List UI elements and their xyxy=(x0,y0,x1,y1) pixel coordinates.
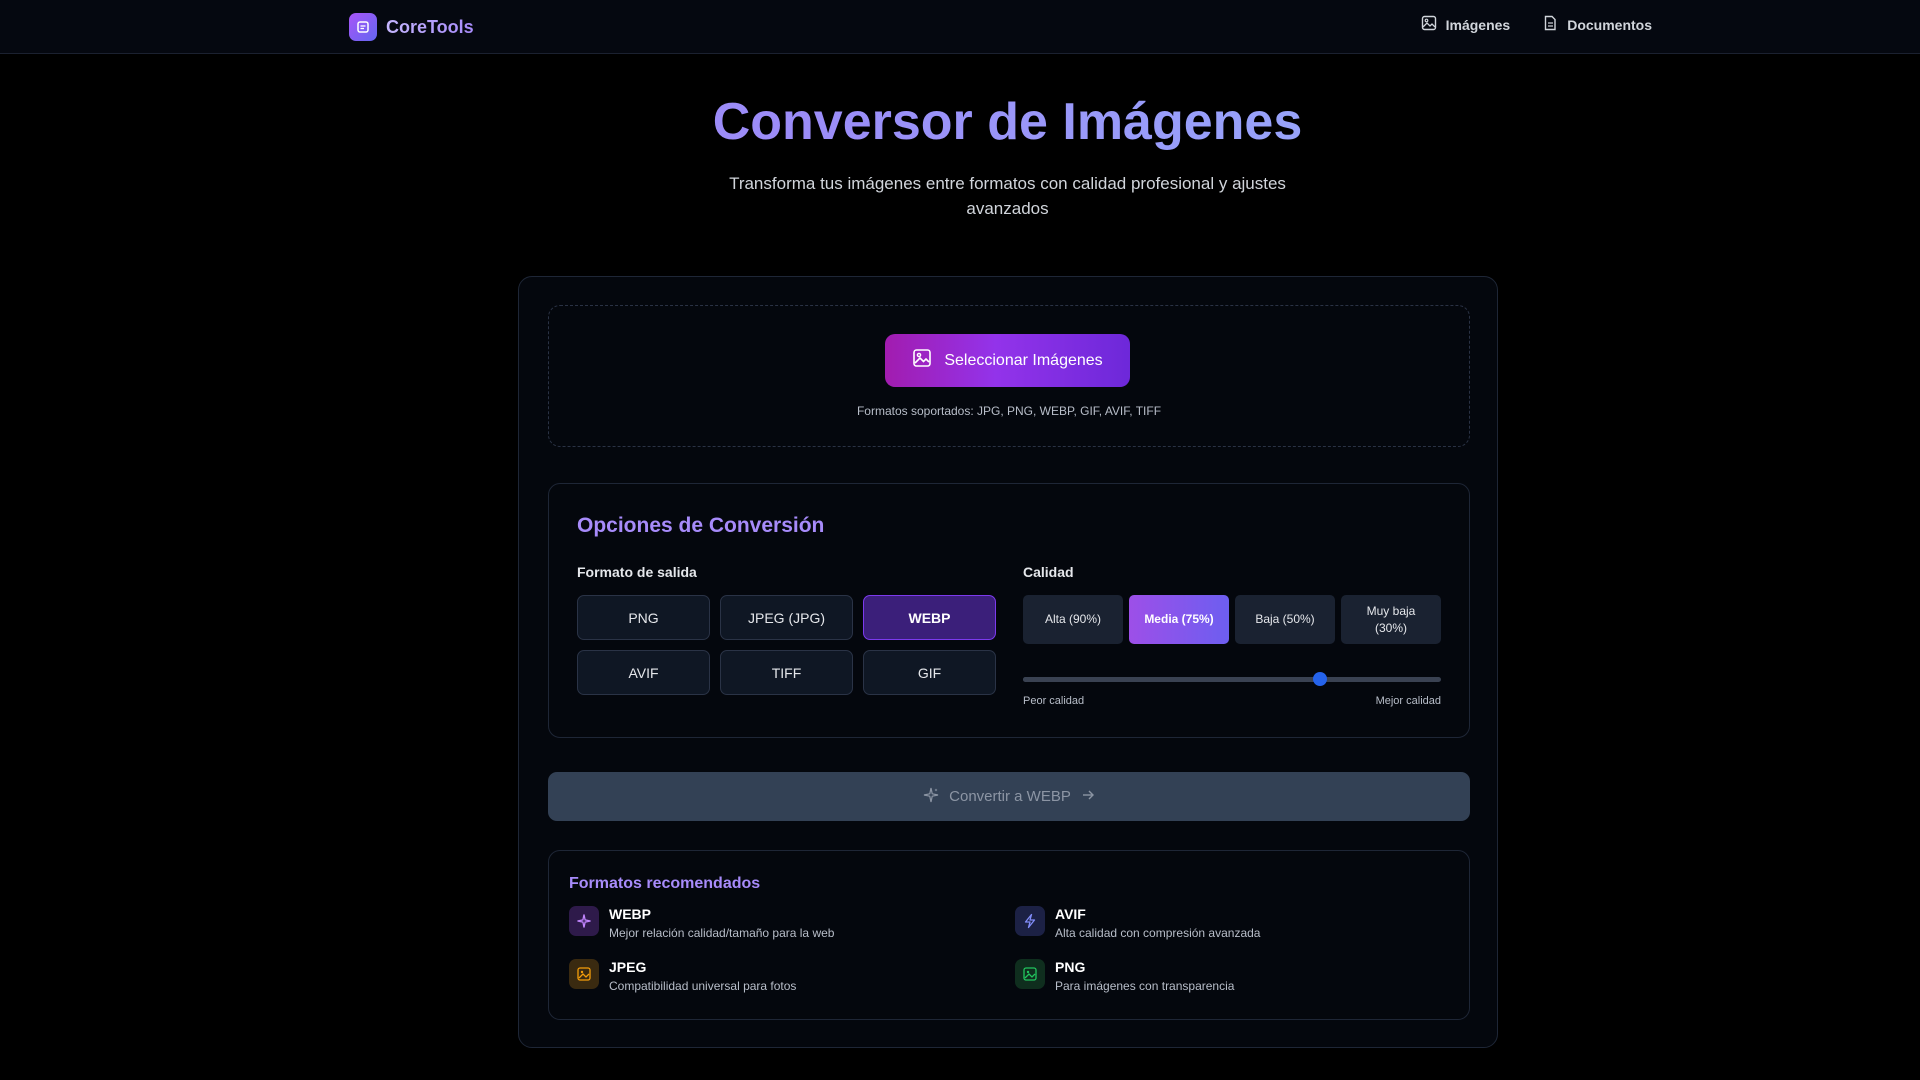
rec-description: Para imágenes con transparencia xyxy=(1055,979,1235,993)
quality-preset-muy-baja[interactable]: Muy baja (30%) xyxy=(1341,595,1441,644)
supported-formats-note: Formatos soportados: JPG, PNG, WEBP, GIF… xyxy=(856,404,1162,418)
bolt-icon xyxy=(1015,906,1045,936)
select-images-button[interactable]: Seleccionar Imágenes xyxy=(885,334,1130,387)
nav-item-imagenes[interactable]: Imágenes xyxy=(1421,15,1511,34)
rec-description: Compatibilidad universal para fotos xyxy=(609,979,797,993)
options-title: Opciones de Conversión xyxy=(577,514,825,537)
page-title: Conversor de Imágenes xyxy=(0,92,1920,152)
rec-name: AVIF xyxy=(1055,906,1086,922)
quality-label: Calidad xyxy=(1023,564,1074,580)
upload-dropzone[interactable]: Seleccionar Imágenes Formatos soportados… xyxy=(548,305,1470,447)
image-icon xyxy=(1421,15,1437,34)
quality-slider-fill xyxy=(1023,677,1320,682)
format-option-png[interactable]: PNG xyxy=(577,595,710,640)
slider-max-label: Mejor calidad xyxy=(1375,695,1441,707)
select-images-label: Seleccionar Imágenes xyxy=(944,351,1103,369)
rec-item-webp: WEBP Mejor relación calidad/tamaño para … xyxy=(569,905,834,941)
nav-item-documentos[interactable]: Documentos xyxy=(1542,15,1652,34)
rec-item-jpeg: JPEG Compatibilidad universal para fotos xyxy=(569,958,796,994)
nav-item-label: Documentos xyxy=(1567,16,1652,33)
rec-name: WEBP xyxy=(609,906,651,922)
format-option-gif[interactable]: GIF xyxy=(863,650,996,695)
rec-item-png: PNG Para imágenes con transparencia xyxy=(1015,958,1234,994)
rec-description: Alta calidad con compresión avanzada xyxy=(1055,926,1261,940)
brand[interactable]: CoreTools xyxy=(349,13,474,41)
main-nav: Imágenes Documentos xyxy=(1421,15,1652,34)
format-option-avif[interactable]: AVIF xyxy=(577,650,710,695)
format-option-tiff[interactable]: TIFF xyxy=(720,650,853,695)
image-icon xyxy=(1015,959,1045,989)
sparkles-icon xyxy=(923,787,939,807)
sparkles-icon xyxy=(569,906,599,936)
brand-name: CoreTools xyxy=(386,16,474,37)
format-option-webp[interactable]: WEBP xyxy=(863,595,996,640)
rec-description: Mejor relación calidad/tamaño para la we… xyxy=(609,926,835,940)
document-icon xyxy=(1542,15,1558,34)
recommended-formats: Formatos recomendados WEBP Mejor relació… xyxy=(548,850,1470,1020)
convert-label: Convertir a WEBP xyxy=(949,788,1071,805)
quality-slider-thumb[interactable] xyxy=(1312,672,1327,686)
rec-name: JPEG xyxy=(609,959,647,975)
rec-item-avif: AVIF Alta calidad con compresión avanzad… xyxy=(1015,905,1260,941)
image-icon xyxy=(912,348,932,373)
image-icon xyxy=(569,959,599,989)
top-navbar: CoreTools Imágenes Documentos xyxy=(0,0,1920,54)
conversion-options: Opciones de Conversión Formato de salida… xyxy=(548,483,1470,738)
arrow-right-icon xyxy=(1081,788,1095,806)
convert-button[interactable]: Convertir a WEBP xyxy=(548,772,1470,821)
rec-name: PNG xyxy=(1055,959,1086,975)
recommended-title: Formatos recomendados xyxy=(569,875,761,892)
slider-min-label: Peor calidad xyxy=(1023,695,1085,707)
nav-item-label: Imágenes xyxy=(1445,16,1511,33)
brand-logo-icon xyxy=(349,13,377,41)
converter-panel: Seleccionar Imágenes Formatos soportados… xyxy=(518,276,1498,1048)
quality-preset-alta[interactable]: Alta (90%) xyxy=(1023,595,1123,644)
output-format-label: Formato de salida xyxy=(577,564,697,580)
page-subtitle: Transforma tus imágenes entre formatos c… xyxy=(729,174,1286,218)
quality-preset-baja[interactable]: Baja (50%) xyxy=(1235,595,1335,644)
quality-preset-media[interactable]: Media (75%) xyxy=(1129,595,1229,644)
format-option-jpeg[interactable]: JPEG (JPG) xyxy=(720,595,853,640)
quality-slider[interactable] xyxy=(1023,672,1441,686)
